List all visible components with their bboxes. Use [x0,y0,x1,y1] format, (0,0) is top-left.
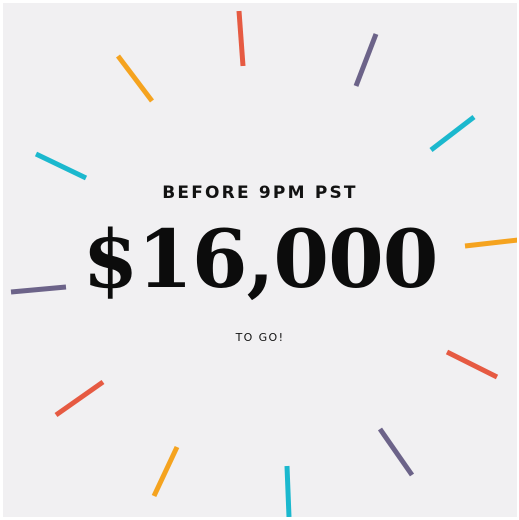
deadline-caption: BEFORE 9PM PST [162,183,358,203]
burst-ray [445,349,499,380]
burst-ray [54,379,105,418]
fundraiser-graphic: BEFORE 9PM PST $16,000 TO GO! [3,3,517,517]
burst-ray [429,115,476,152]
burst-ray [116,54,154,103]
remaining-amount: $16,000 [82,212,439,306]
burst-ray [284,465,292,517]
burst-ray [377,427,415,477]
burst-ray [151,445,180,498]
burst-ray [34,151,88,181]
burst-ray [236,10,246,67]
to-go-caption: TO GO! [235,331,285,344]
burst-ray [353,33,379,87]
